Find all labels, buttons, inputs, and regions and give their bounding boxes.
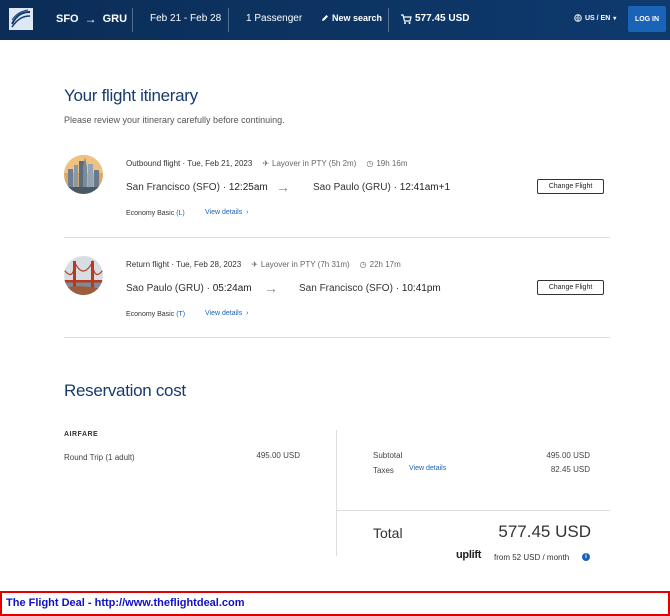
departure-city: San Francisco (SFO) ·: [126, 182, 227, 193]
arrival: Sao Paulo (GRU) · 12:41am+1: [313, 182, 450, 193]
origin-code: SFO: [56, 13, 79, 25]
pencil-icon: [322, 15, 328, 21]
section-divider: [64, 337, 610, 338]
layover-info: ✈ Layover in PTY (5h 2m): [262, 159, 356, 168]
cart-icon[interactable]: [400, 13, 412, 25]
arrival-city: San Francisco (SFO) ·: [299, 283, 400, 294]
arrival: San Francisco (SFO) · 10:41pm: [299, 283, 441, 294]
departure-city: Sao Paulo (GRU) ·: [126, 283, 210, 294]
total-label: Total: [373, 525, 403, 541]
locale-label: US / EN: [585, 14, 611, 22]
airfare-heading: AIRFARE: [64, 431, 99, 438]
plane-icon: ✈: [251, 260, 258, 269]
cabin-class: Economy Basic (L): [126, 210, 185, 217]
clock-icon: ◷: [366, 159, 374, 168]
fare-code: (L): [176, 210, 185, 217]
globe-icon: [574, 14, 582, 22]
trip-dates[interactable]: Feb 21 - Feb 28: [150, 13, 221, 24]
arrival-time: 12:41am+1: [399, 182, 451, 193]
trip-type-label: Round Trip: [64, 453, 104, 462]
cost-column-divider: [336, 430, 337, 556]
flight-label: Return flight · Tue, Feb 28, 2023: [126, 260, 242, 269]
top-navigation-bar: SFO → GRU Feb 21 - Feb 28 1 Passenger Ne…: [0, 0, 670, 40]
trip-price: 495.00 USD: [256, 451, 300, 460]
reservation-title: Reservation cost: [64, 381, 186, 400]
view-details-link[interactable]: View details ›: [205, 209, 248, 216]
page-subtitle: Please review your itinerary carefully b…: [64, 115, 285, 125]
uplift-logo: uplift: [456, 549, 482, 561]
view-details-label: View details: [205, 310, 243, 317]
san-francisco-photo: [64, 155, 103, 194]
header-divider: [228, 8, 229, 32]
duration-text: 22h 17m: [369, 260, 401, 269]
passenger-count[interactable]: 1 Passenger: [246, 13, 302, 24]
route-summary[interactable]: SFO → GRU: [56, 12, 127, 26]
subtotal-label: Subtotal: [373, 451, 403, 460]
view-details-link[interactable]: View details ›: [205, 310, 248, 317]
clock-icon: ◷: [359, 260, 367, 269]
subtotal-value: 495.00 USD: [546, 451, 590, 460]
section-divider: [64, 237, 610, 238]
watermark-banner: The Flight Deal - http://www.theflightde…: [0, 591, 670, 616]
cabin-class: Economy Basic (T): [126, 311, 185, 318]
departure: Sao Paulo (GRU) · 05:24am: [126, 283, 252, 294]
plane-icon: ✈: [262, 159, 270, 168]
layover-text: Layover in PTY (5h 2m): [272, 159, 357, 168]
chevron-right-icon: ›: [244, 209, 249, 216]
change-flight-button[interactable]: Change Flight: [537, 280, 604, 295]
total-value: 577.45 USD: [498, 522, 591, 541]
new-search-button[interactable]: New search: [321, 13, 382, 23]
chevron-down-icon: ▾: [613, 15, 617, 22]
arrow-right-icon: →: [276, 179, 290, 195]
page-title: Your flight itinerary: [64, 86, 198, 105]
taxes-value: 82.45 USD: [550, 465, 590, 474]
departure: San Francisco (SFO) · 12:25am: [126, 182, 268, 193]
locale-selector[interactable]: US / EN ▾: [574, 14, 616, 22]
taxes-label: Taxes: [373, 466, 394, 475]
fare-code: (T): [176, 311, 186, 318]
duration-info: ◷ 19h 16m: [366, 159, 407, 168]
departure-time: 12:25am: [228, 182, 268, 193]
layover-text: Layover in PTY (7h 31m): [260, 260, 350, 269]
chevron-right-icon: ›: [244, 310, 249, 317]
watermark-text: The Flight Deal - http://www.theflightde…: [6, 597, 245, 609]
flight-header: Return flight · Tue, Feb 28, 2023 ✈ Layo…: [126, 260, 401, 269]
cart-total[interactable]: 577.45 USD: [415, 13, 469, 24]
arrival-time: 10:41pm: [401, 283, 441, 294]
flight-label: Outbound flight · Tue, Feb 21, 2023: [126, 159, 253, 168]
total-divider: [337, 510, 610, 511]
uplift-financing-text: from 52 USD / month: [494, 553, 570, 562]
outbound-flight-card: Outbound flight · Tue, Feb 21, 2023 ✈ La…: [64, 155, 610, 225]
view-details-label: View details: [205, 209, 243, 216]
taxes-details-link[interactable]: View details: [409, 465, 446, 472]
departure-time: 05:24am: [212, 283, 252, 294]
duration-info: ◷ 22h 17m: [360, 260, 401, 269]
header-divider: [388, 8, 389, 32]
info-icon[interactable]: i: [582, 553, 590, 561]
login-button[interactable]: LOG IN: [628, 6, 666, 32]
flight-header: Outbound flight · Tue, Feb 21, 2023 ✈ La…: [126, 159, 407, 168]
arrow-right-icon: →: [264, 280, 278, 296]
new-search-label: New search: [332, 13, 383, 23]
return-flight-card: Return flight · Tue, Feb 28, 2023 ✈ Layo…: [64, 256, 610, 326]
golden-gate-photo: [64, 256, 103, 295]
duration-text: 19h 16m: [376, 159, 408, 168]
cabin-name: Economy Basic: [126, 210, 175, 217]
arrival-city: Sao Paulo (GRU) ·: [313, 182, 397, 193]
trip-type: Round Trip (1 adult): [64, 453, 135, 462]
trip-passengers: (1 adult): [105, 453, 135, 462]
layover-info: ✈ Layover in PTY (7h 31m): [251, 260, 349, 269]
cabin-name: Economy Basic: [126, 311, 175, 318]
header-divider: [132, 8, 133, 32]
airline-logo-icon[interactable]: [9, 8, 33, 30]
route-arrow-icon: →: [84, 12, 97, 26]
change-flight-button[interactable]: Change Flight: [537, 179, 604, 194]
destination-code: GRU: [102, 13, 128, 25]
